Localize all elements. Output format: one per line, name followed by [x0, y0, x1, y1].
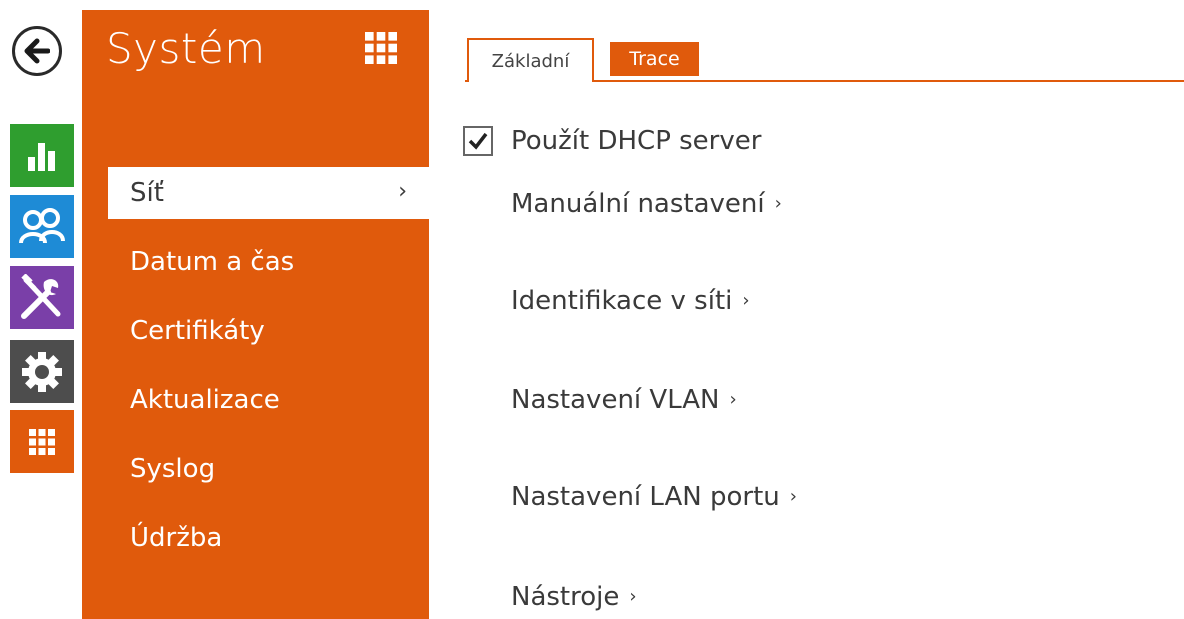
- dhcp-label: Použít DHCP server: [511, 126, 762, 156]
- menu-item-label: Údržba: [130, 523, 223, 553]
- chevron-right-icon: ›: [398, 179, 407, 204]
- users-icon: [19, 207, 65, 243]
- section-network-identity[interactable]: Identifikace v síti ›: [511, 286, 750, 316]
- bar-chart-icon: [28, 142, 55, 171]
- tab-basic[interactable]: Základní: [467, 38, 594, 82]
- tools-icon: [21, 273, 61, 319]
- section-label: Nástroje: [511, 582, 620, 612]
- menu-item-label: Certifikáty: [130, 316, 265, 346]
- menu-item-syslog[interactable]: Syslog: [108, 443, 429, 495]
- menu-item-label: Síť: [130, 178, 164, 208]
- chevron-right-icon: ›: [729, 389, 737, 410]
- checkmark-icon: [468, 132, 488, 150]
- menu-item-label: Datum a čas: [130, 247, 295, 277]
- section-lan-port[interactable]: Nastavení LAN portu ›: [511, 482, 797, 512]
- section-vlan[interactable]: Nastavení VLAN ›: [511, 385, 737, 415]
- tab-trace[interactable]: Trace: [610, 42, 699, 76]
- grid-icon[interactable]: [365, 32, 397, 64]
- dhcp-checkbox-row[interactable]: Použít DHCP server: [463, 126, 761, 156]
- section-label: Nastavení LAN portu: [511, 482, 780, 512]
- chevron-right-icon: ›: [629, 586, 637, 607]
- menu-item-maintenance[interactable]: Údržba: [108, 512, 429, 564]
- chevron-right-icon: ›: [789, 486, 797, 507]
- rail-hardware-button[interactable]: [10, 266, 74, 329]
- menu-item-label: Syslog: [130, 454, 216, 484]
- section-manual-settings[interactable]: Manuální nastavení ›: [511, 189, 782, 219]
- page: Systém Síť › Datum a čas Certifikáty Akt…: [0, 0, 1184, 619]
- rail-directory-button[interactable]: [10, 195, 74, 258]
- menu-item-certificates[interactable]: Certifikáty: [108, 305, 429, 357]
- arrow-left-icon: [24, 38, 50, 64]
- rail-status-button[interactable]: [10, 124, 74, 187]
- dhcp-checkbox[interactable]: [463, 126, 493, 156]
- menu-item-label: Aktualizace: [130, 385, 280, 415]
- back-button[interactable]: [12, 26, 62, 76]
- icon-rail: [0, 0, 82, 619]
- menu-item-network[interactable]: Síť ›: [108, 167, 429, 219]
- section-label: Identifikace v síti: [511, 286, 733, 316]
- section-label: Manuální nastavení: [511, 189, 765, 219]
- menu-title: Systém: [106, 24, 266, 73]
- rail-apps-button[interactable]: [10, 410, 74, 473]
- menu-item-upgrade[interactable]: Aktualizace: [108, 374, 429, 426]
- rail-settings-button[interactable]: [10, 340, 74, 403]
- chevron-right-icon: ›: [742, 290, 750, 311]
- chevron-right-icon: ›: [774, 193, 782, 214]
- system-menu: Systém Síť › Datum a čas Certifikáty Akt…: [82, 10, 429, 619]
- section-tools[interactable]: Nástroje ›: [511, 582, 637, 612]
- grid-icon: [29, 428, 55, 455]
- menu-item-datetime[interactable]: Datum a čas: [108, 236, 429, 288]
- gear-icon: [22, 351, 62, 392]
- section-label: Nastavení VLAN: [511, 385, 720, 415]
